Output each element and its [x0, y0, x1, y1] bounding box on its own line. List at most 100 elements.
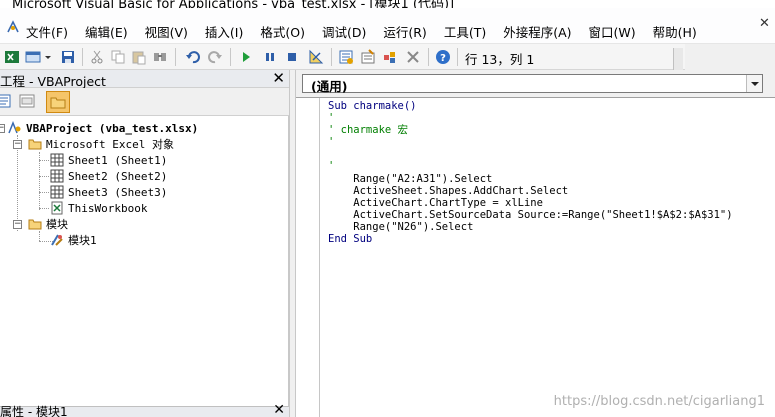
tree-connector — [39, 176, 49, 177]
worksheet-icon — [50, 185, 64, 199]
project-explorer-icon[interactable] — [338, 49, 354, 65]
menu-item[interactable]: 外接程序(A) — [503, 22, 571, 41]
title-bar: Microsoft Visual Basic for Applications … — [0, 0, 775, 8]
code-line[interactable]: ActiveChart.SetSourceData Source:=Range(… — [328, 209, 732, 221]
tree-node-label: Microsoft Excel 对象 — [46, 138, 174, 151]
menu-items: 文件(F) 编辑(E) 视图(V) 插入(I) 格式(O) 调试(D) 运行(R) 工具(T)… — [26, 22, 714, 41]
save-icon[interactable] — [60, 49, 76, 65]
tree-node-sheet1[interactable]: Sheet1 (Sheet1) — [50, 152, 167, 168]
help-icon[interactable]: ? — [435, 49, 451, 65]
collapse-modules-icon[interactable]: − — [13, 220, 22, 229]
toolbar-options-grip[interactable] — [673, 48, 683, 70]
toolbar-separator — [428, 48, 429, 66]
code-margin[interactable] — [296, 98, 320, 417]
toolbar-separator — [82, 48, 83, 66]
menu-item[interactable]: 调试(D) — [322, 22, 366, 41]
redo-icon[interactable] — [207, 49, 223, 65]
watermark-text: https://blog.csdn.net/cigarliang1 — [553, 394, 765, 409]
properties-icon[interactable] — [360, 49, 376, 65]
code-line[interactable]: Range("N26").Select — [328, 221, 733, 233]
menu-item[interactable]: 编辑(E) — [85, 22, 128, 41]
tree-node-vbaproject[interactable]: VBAProject (vba_test.xlsx) — [8, 120, 198, 136]
code-window: (通用) Sub charmake() ' ' charmake 宏 ' ' Range… — [296, 70, 775, 417]
code-line[interactable]: ' charmake 宏 — [328, 124, 733, 136]
menu-item[interactable]: 文件(F) — [26, 22, 68, 41]
object-combobox[interactable]: (通用) — [302, 74, 763, 94]
menu-item[interactable]: 运行(R) — [383, 22, 426, 41]
code-line[interactable]: ' — [328, 160, 733, 172]
tree-connector — [39, 160, 49, 161]
tree-node-label: 模块 — [46, 218, 68, 231]
code-lines[interactable]: Sub charmake() ' ' charmake 宏 ' ' Range("A2:… — [328, 100, 733, 245]
code-editor[interactable]: Sub charmake() ' ' charmake 宏 ' ' Range("A2:… — [296, 97, 775, 417]
design-mode-icon[interactable] — [308, 49, 324, 65]
dropdown-arrow-icon[interactable] — [44, 49, 52, 65]
tree-node-sheet2[interactable]: Sheet2 (Sheet2) — [50, 168, 167, 184]
paste-icon[interactable] — [131, 49, 147, 65]
project-explorer-toolbar — [0, 88, 289, 116]
menu-item[interactable]: 窗口(W) — [589, 22, 636, 41]
menu-item[interactable]: 工具(T) — [444, 22, 486, 41]
tree-node-label: Sheet2 (Sheet2) — [68, 169, 168, 183]
project-explorer-header: 工程 - VBAProject ✕ — [0, 69, 289, 89]
cut-icon[interactable] — [89, 49, 105, 65]
find-icon[interactable] — [152, 49, 168, 65]
tree-node-label: Sheet3 (Sheet3) — [68, 185, 168, 199]
pane-splitter[interactable] — [289, 70, 296, 417]
vbaproject-icon — [8, 121, 21, 134]
object-browser-icon[interactable] — [382, 49, 398, 65]
code-line[interactable]: Range("A2:A31").Select — [328, 173, 733, 185]
tree-node-excel-objects[interactable]: Microsoft Excel 对象 — [28, 136, 174, 152]
project-tree: − VBAProject (vba_test.xlsx) − Microsoft… — [0, 116, 289, 406]
toolbox-icon[interactable] — [405, 49, 421, 65]
tree-connector — [39, 208, 49, 209]
menu-bar: 文件(F) 编辑(E) 视图(V) 插入(I) 格式(O) 调试(D) 运行(R) 工具(T)… — [0, 8, 775, 44]
code-line[interactable]: ActiveSheet.Shapes.AddChart.Select — [328, 185, 733, 197]
worksheet-icon — [50, 169, 64, 183]
tree-node-sheet3[interactable]: Sheet3 (Sheet3) — [50, 184, 167, 200]
toolbar-separator — [331, 48, 332, 66]
cursor-position-label: 行 13，列 1 — [465, 52, 535, 67]
tree-connector — [39, 192, 49, 193]
tree-node-thisworkbook[interactable]: ThisWorkbook — [50, 200, 147, 216]
module-icon — [51, 234, 63, 246]
close-project-explorer-icon[interactable]: ✕ — [272, 69, 285, 87]
collapse-root-icon[interactable]: − — [0, 124, 5, 133]
code-line[interactable] — [328, 148, 733, 160]
insert-userform-icon[interactable] — [25, 49, 41, 65]
run-icon[interactable] — [238, 49, 254, 65]
excel-icon[interactable] — [4, 49, 20, 65]
standard-toolbar: ? 行 13，列 1 — [0, 44, 685, 70]
toolbar-separator — [230, 48, 231, 66]
code-line[interactable]: End Sub — [328, 233, 733, 245]
toggle-folders-icon[interactable] — [46, 91, 70, 113]
view-code-icon[interactable] — [0, 92, 12, 110]
undo-icon[interactable] — [185, 49, 201, 65]
code-line[interactable]: Sub charmake() — [328, 100, 733, 112]
menu-item[interactable]: 视图(V) — [145, 22, 188, 41]
svg-text:?: ? — [440, 53, 446, 64]
reset-icon[interactable] — [284, 49, 300, 65]
menu-item[interactable]: 插入(I) — [205, 22, 243, 41]
worksheet-icon — [50, 153, 64, 167]
workbook-icon — [51, 201, 63, 215]
tree-node-label: VBAProject (vba_test.xlsx) — [26, 121, 199, 135]
tree-node-modules[interactable]: 模块 — [28, 216, 68, 232]
menu-item[interactable]: 格式(O) — [260, 22, 305, 41]
object-combobox-value: (通用) — [311, 79, 348, 94]
code-line[interactable]: ' — [328, 136, 733, 148]
view-object-icon[interactable] — [18, 92, 36, 110]
code-line[interactable]: ' — [328, 112, 733, 124]
close-window-icon[interactable]: ✕ — [754, 16, 775, 32]
collapse-excel-objects-icon[interactable]: − — [13, 140, 22, 149]
tree-node-module1[interactable]: 模块1 — [50, 232, 97, 248]
close-properties-icon[interactable]: ✕ — [273, 402, 285, 417]
copy-icon[interactable] — [110, 49, 126, 65]
chevron-down-icon[interactable] — [746, 75, 762, 92]
menu-item[interactable]: 帮助(H) — [653, 22, 697, 41]
tree-node-label: 模块1 — [68, 234, 97, 247]
tree-node-label: ThisWorkbook — [68, 201, 148, 215]
properties-pane-header: 属性 - 模块1 ✕ — [0, 402, 289, 417]
code-line[interactable]: ActiveChart.ChartType = xlLine — [328, 197, 733, 209]
break-icon[interactable] — [262, 49, 278, 65]
